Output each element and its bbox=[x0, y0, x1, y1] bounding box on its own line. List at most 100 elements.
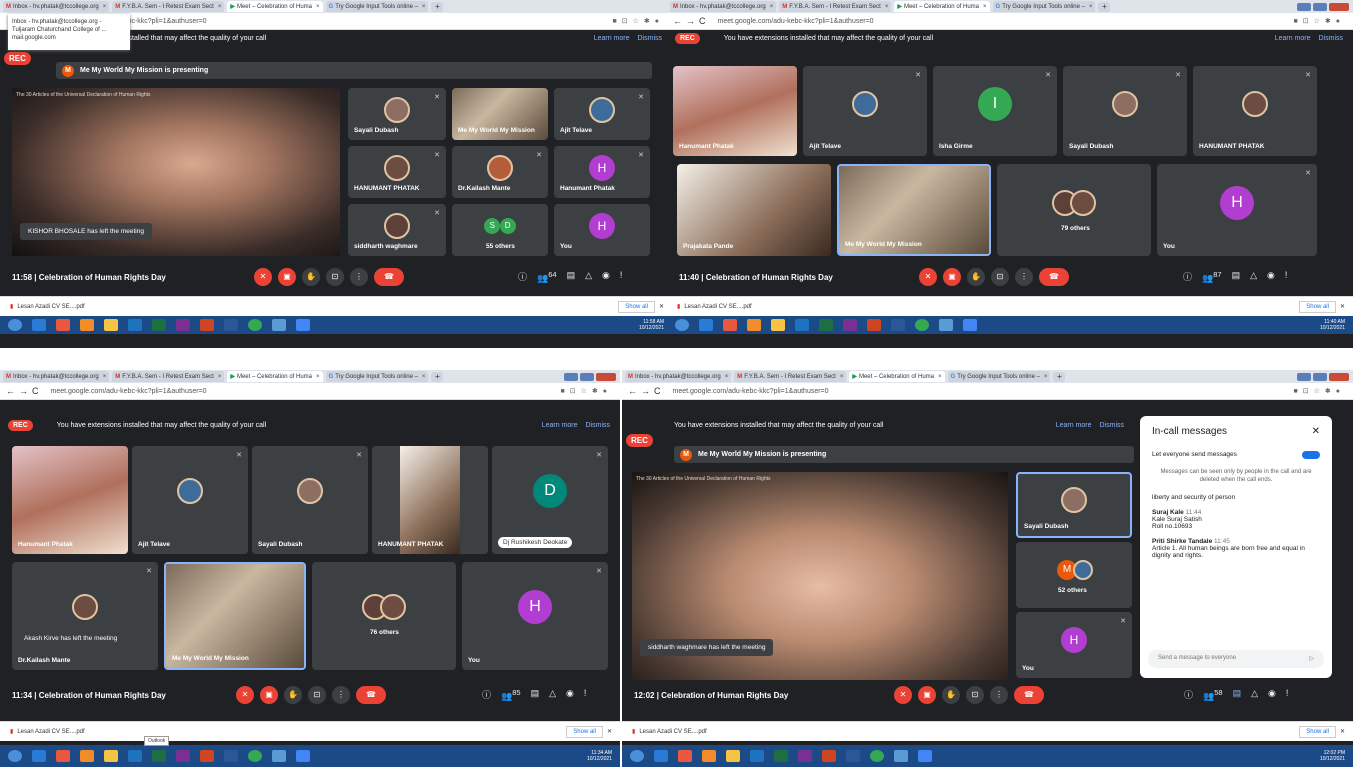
participant-tile[interactable]: Me My World My Mission bbox=[164, 562, 306, 670]
close-icon[interactable]: × bbox=[1044, 374, 1048, 380]
word-icon[interactable] bbox=[846, 750, 860, 762]
activities-icon[interactable]: △ bbox=[549, 688, 556, 702]
mic-off-icon[interactable]: ✕ bbox=[919, 268, 937, 286]
others-tile[interactable]: 79 others bbox=[997, 164, 1151, 256]
close-icon[interactable]: ✕ bbox=[659, 303, 664, 310]
send-icon[interactable]: ▷ bbox=[1309, 655, 1314, 662]
more-options-icon[interactable]: ⋮ bbox=[350, 268, 368, 286]
url-text[interactable]: meet.google.com/adu-kebc-kkc?pli=1&authu… bbox=[673, 388, 829, 395]
close-icon[interactable]: × bbox=[938, 374, 942, 380]
start-icon[interactable] bbox=[8, 750, 22, 762]
google-icon[interactable] bbox=[918, 750, 932, 762]
participant-tile[interactable]: siddharth waghmare ✕ bbox=[348, 204, 446, 256]
powerpoint-icon[interactable] bbox=[200, 319, 214, 331]
onenote-icon[interactable] bbox=[798, 750, 812, 762]
more-options-icon[interactable]: ⋮ bbox=[1015, 268, 1033, 286]
close-icon[interactable]: × bbox=[725, 374, 729, 380]
media-icon[interactable] bbox=[80, 750, 94, 762]
close-icon[interactable]: × bbox=[218, 4, 222, 10]
participant-tile[interactable]: HANUMANT PHATAK bbox=[372, 446, 488, 554]
self-tile[interactable]: H You ✕ bbox=[1157, 164, 1317, 256]
close-icon[interactable]: × bbox=[218, 374, 222, 380]
companion-icon[interactable]: ! bbox=[1286, 688, 1289, 702]
people-icon[interactable]: 👥64 bbox=[537, 270, 557, 284]
media-icon[interactable] bbox=[747, 319, 761, 331]
url-text[interactable]: meet.google.com/adu-kebc-kkc?pli=1&authu… bbox=[718, 18, 874, 25]
tab-inbox[interactable]: M Inbox - hv.phatak@tccollege.org × bbox=[3, 371, 110, 382]
address-bar[interactable]: ←→C meet.google.com/adu-kebc-kkc?pli=1&au… bbox=[667, 13, 1353, 30]
learn-more-link[interactable]: Learn more bbox=[1056, 422, 1092, 429]
close-icon[interactable]: × bbox=[422, 4, 426, 10]
onenote-icon[interactable] bbox=[843, 319, 857, 331]
minimize-icon[interactable] bbox=[564, 372, 578, 381]
camera-off-icon[interactable]: ▣ bbox=[943, 268, 961, 286]
people-icon[interactable]: 👥85 bbox=[501, 688, 521, 702]
more-options-icon[interactable]: ⋮ bbox=[332, 686, 350, 704]
close-icon[interactable]: × bbox=[840, 374, 844, 380]
mic-off-icon[interactable]: ✕ bbox=[254, 268, 272, 286]
close-window-icon[interactable] bbox=[596, 372, 616, 381]
host-controls-icon[interactable]: ◉ bbox=[602, 270, 610, 284]
more-options-icon[interactable]: ⋮ bbox=[990, 686, 1008, 704]
participant-tile[interactable]: Hanumant Phatak bbox=[12, 446, 128, 554]
tab-exam[interactable]: M F.Y.B.A. Sem - I Retest Exam Sect × bbox=[734, 371, 847, 382]
participant-tile[interactable]: Ajit Telave ✕ bbox=[132, 446, 248, 554]
companion-icon[interactable]: ! bbox=[1285, 270, 1288, 284]
participant-tile[interactable]: HANUMANT PHATAK ✕ bbox=[1193, 66, 1317, 156]
tab-meet[interactable]: ▶ Meet – Celebration of Huma × bbox=[894, 1, 990, 12]
camera-off-icon[interactable]: ▣ bbox=[278, 268, 296, 286]
camera-off-icon[interactable]: ▣ bbox=[918, 686, 936, 704]
ie-icon[interactable] bbox=[654, 750, 668, 762]
close-window-icon[interactable] bbox=[1329, 2, 1349, 11]
close-icon[interactable]: × bbox=[1089, 4, 1093, 10]
excel-icon[interactable] bbox=[152, 319, 166, 331]
new-tab-button[interactable]: + bbox=[431, 1, 444, 12]
self-tile[interactable]: H You ✕ bbox=[1016, 612, 1132, 678]
opera-icon[interactable] bbox=[56, 750, 70, 762]
others-tile[interactable]: M 52 others bbox=[1016, 542, 1132, 608]
google-icon[interactable] bbox=[296, 750, 310, 762]
raise-hand-icon[interactable]: ✋ bbox=[302, 268, 320, 286]
outlook-icon[interactable] bbox=[128, 319, 142, 331]
end-call-button[interactable]: ☎ bbox=[356, 686, 386, 704]
people-icon[interactable]: 👥58 bbox=[1203, 688, 1223, 702]
participant-tile[interactable]: Me My World My Mission bbox=[837, 164, 991, 256]
new-tab-button[interactable]: + bbox=[1098, 1, 1111, 12]
chrome-icon[interactable] bbox=[248, 319, 262, 331]
chat-icon[interactable]: ▤ bbox=[1233, 688, 1242, 702]
show-all-button[interactable]: Show all bbox=[618, 300, 655, 313]
show-all-button[interactable]: Show all bbox=[1299, 300, 1336, 313]
learn-more-link[interactable]: Learn more bbox=[542, 422, 578, 429]
outlook-icon[interactable] bbox=[128, 750, 142, 762]
opera-icon[interactable] bbox=[723, 319, 737, 331]
dismiss-button[interactable]: Dismiss bbox=[638, 35, 663, 42]
close-icon[interactable]: ✕ bbox=[607, 728, 612, 735]
tab-meet[interactable]: ▶ Meet – Celebration of Huma × bbox=[227, 371, 323, 382]
tab-meet[interactable]: ▶ Meet – Celebration of Huma × bbox=[227, 1, 323, 12]
outlook-icon[interactable] bbox=[795, 319, 809, 331]
window-controls[interactable] bbox=[1297, 372, 1349, 381]
excel-icon[interactable] bbox=[152, 750, 166, 762]
extension-icons[interactable]: ■⊡☆✱● bbox=[561, 387, 612, 395]
close-icon[interactable]: ✕ bbox=[1340, 303, 1345, 310]
tab-exam[interactable]: M F.Y.B.A. Sem - I Retest Exam Sect × bbox=[112, 1, 225, 12]
host-controls-icon[interactable]: ◉ bbox=[1267, 270, 1275, 284]
word-icon[interactable] bbox=[224, 750, 238, 762]
powerpoint-icon[interactable] bbox=[867, 319, 881, 331]
companion-icon[interactable]: ! bbox=[584, 688, 587, 702]
extension-icons[interactable]: ■⊡☆✱● bbox=[1294, 387, 1345, 395]
host-controls-icon[interactable]: ◉ bbox=[566, 688, 574, 702]
companion-icon[interactable]: ! bbox=[620, 270, 623, 284]
maximize-icon[interactable] bbox=[1313, 372, 1327, 381]
dismiss-button[interactable]: Dismiss bbox=[1319, 35, 1344, 42]
tab-google-input[interactable]: G Try Google Input Tools online – × bbox=[992, 1, 1096, 12]
maximize-icon[interactable] bbox=[580, 372, 594, 381]
info-icon[interactable]: ⓘ bbox=[1184, 688, 1193, 702]
onenote-icon[interactable] bbox=[176, 319, 190, 331]
participant-tile[interactable]: HANUMANT PHATAK ✕ bbox=[348, 146, 446, 198]
others-tile[interactable]: S D 55 others bbox=[452, 204, 548, 256]
media-icon[interactable] bbox=[80, 319, 94, 331]
tab-inbox[interactable]: M Inbox - hv.phatak@tccollege.org × bbox=[670, 1, 777, 12]
excel-icon[interactable] bbox=[774, 750, 788, 762]
raise-hand-icon[interactable]: ✋ bbox=[284, 686, 302, 704]
